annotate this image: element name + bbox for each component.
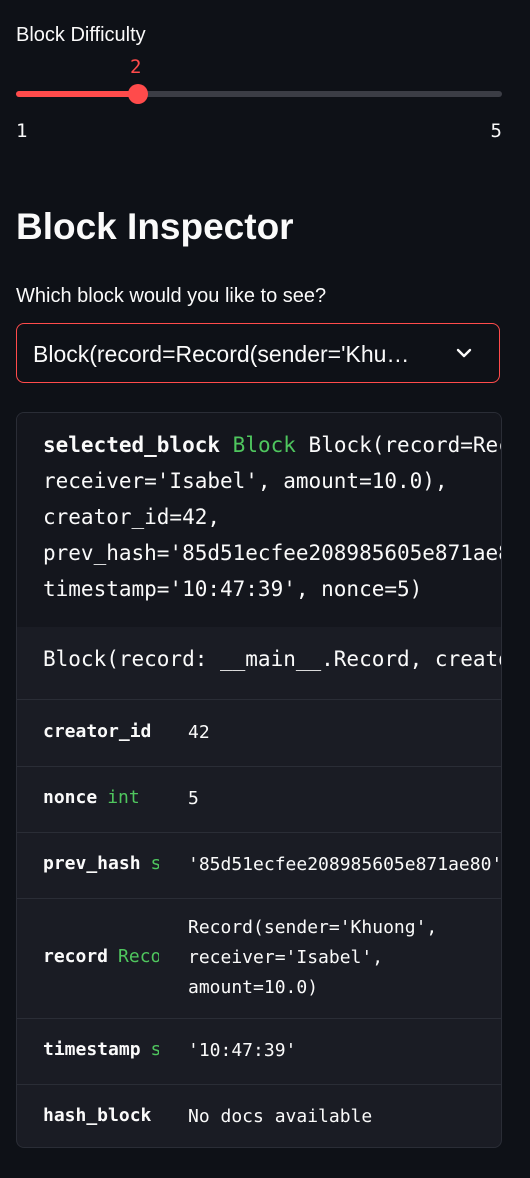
attribute-name-text: hash_block bbox=[43, 1105, 152, 1126]
block-repr: selected_block Block Block(record=Record… bbox=[43, 427, 502, 607]
attribute-name-text: prev_hash bbox=[43, 853, 141, 874]
block-repr-line: receiver='Isabel', amount=10.0), bbox=[43, 469, 448, 493]
attribute-value: No docs available bbox=[188, 1106, 373, 1127]
attribute-type: str bbox=[151, 853, 159, 874]
attribute-value: '10:47:39' bbox=[188, 1040, 297, 1061]
attribute-type: str bbox=[151, 1039, 159, 1060]
difficulty-slider-label: Block Difficulty bbox=[16, 24, 146, 46]
slider-thumb[interactable] bbox=[127, 84, 148, 104]
attribute-row: record Record Record(sender='Khuong', rece… bbox=[17, 898, 501, 1019]
block-repr-line: timestamp='10:47:39', nonce=5) bbox=[43, 577, 423, 601]
attribute-name-text: creator_id bbox=[43, 721, 152, 742]
block-select[interactable]: Block(record=Record(sender='Khu… bbox=[16, 323, 500, 383]
attribute-value: Record(sender='Khuong', receiver='Isabel… bbox=[188, 917, 438, 998]
difficulty-slider[interactable] bbox=[16, 84, 502, 104]
attribute-value: '85d51ecfee208985605e871ae80' bbox=[188, 854, 502, 875]
attribute-row: timestamp str '10:47:39' bbox=[17, 1018, 501, 1085]
variable-type: Block bbox=[232, 433, 296, 457]
attribute-name-text: record bbox=[43, 946, 109, 967]
attribute-row: nonce int 5 bbox=[17, 766, 501, 833]
attribute-value: 42 bbox=[188, 722, 210, 743]
block-repr-text: Block(record=Record(sender='Khuong', bbox=[308, 433, 501, 457]
block-repr-line: prev_hash='85d51ecfee208985605e871ae80', bbox=[43, 541, 502, 565]
block-select-value: Block(record=Record(sender='Khu… bbox=[33, 341, 410, 367]
variable-name: selected_block bbox=[43, 433, 221, 457]
class-signature-row: Block(record: __main__.Record, creator_i… bbox=[17, 627, 501, 700]
attribute-type: Record bbox=[118, 946, 159, 967]
class-signature: Block(record: __main__.Record, creator_i… bbox=[43, 647, 501, 671]
attribute-name: prev_hash str bbox=[43, 853, 159, 874]
attribute-name-text: timestamp bbox=[43, 1039, 141, 1060]
slider-fill bbox=[16, 91, 138, 97]
attribute-row: hash_block No docs available bbox=[17, 1084, 501, 1147]
attribute-name: hash_block bbox=[43, 1105, 159, 1126]
section-title: Block Inspector bbox=[16, 206, 294, 247]
attribute-row: prev_hash str '85d51ecfee208985605e871ae80… bbox=[17, 832, 502, 899]
slider-min-label: 1 bbox=[16, 120, 28, 142]
attribute-value: 5 bbox=[188, 788, 199, 809]
card-header: selected_block Block Block(record=Record… bbox=[17, 413, 502, 628]
attribute-row: creator_id 42 bbox=[17, 700, 501, 767]
attribute-type: int bbox=[107, 787, 140, 808]
block-select-label: Which block would you like to see? bbox=[16, 285, 327, 307]
chevron-down-icon[interactable] bbox=[453, 342, 475, 369]
block-details-card: selected_block Block Block(record=Record… bbox=[16, 412, 502, 1148]
block-repr-line: creator_id=42, bbox=[43, 505, 221, 529]
attribute-name: nonce int bbox=[43, 787, 159, 808]
slider-current-value: 2 bbox=[130, 56, 142, 78]
attribute-name: creator_id bbox=[43, 721, 159, 742]
attribute-name-text: nonce bbox=[43, 787, 98, 808]
attribute-name: timestamp str bbox=[43, 1039, 159, 1060]
attribute-name: record Record bbox=[43, 946, 159, 967]
slider-max-label: 5 bbox=[490, 120, 502, 142]
block-repr-line: selected_block Block Block(record=Record… bbox=[43, 427, 501, 463]
